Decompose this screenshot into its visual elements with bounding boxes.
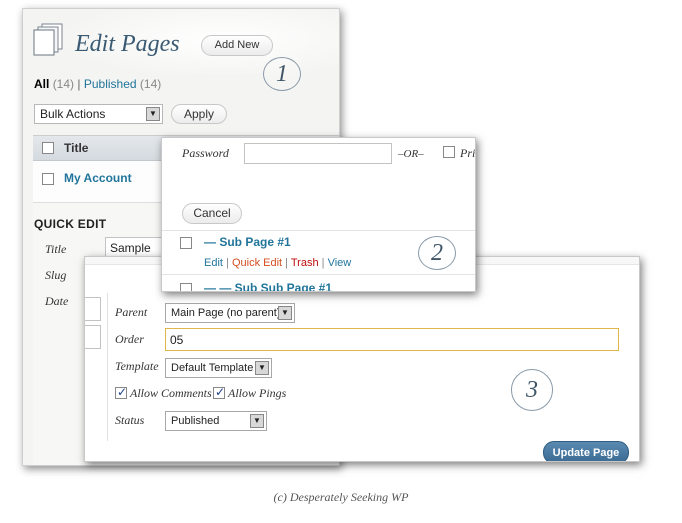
edit-link[interactable]: Edit — [204, 257, 223, 269]
parent-select-value: Main Page (no parent) — [171, 307, 281, 319]
row-checkbox[interactable] — [180, 283, 192, 291]
quick-edit-link[interactable]: Quick Edit — [232, 257, 282, 269]
template-select-value: Default Template — [171, 362, 254, 374]
filter-all[interactable]: All — [34, 77, 49, 91]
filter-separator: | — [77, 77, 81, 91]
row-divider — [162, 230, 475, 231]
status-select[interactable]: Published ▼ — [165, 411, 267, 431]
quick-edit-slug-label: Slug — [45, 268, 67, 282]
template-select[interactable]: Default Template ▼ — [165, 358, 272, 378]
quick-edit-date-label: Date — [45, 294, 69, 308]
template-label: Template — [115, 359, 159, 373]
quick-edit-title-label: Title — [45, 242, 67, 256]
partial-input-field[interactable] — [85, 325, 101, 349]
column-title[interactable]: Title — [64, 141, 88, 155]
password-input[interactable] — [244, 143, 392, 164]
annotation-number-3: 3 — [511, 369, 553, 411]
row-actions: Edit | Quick Edit | Trash | View — [204, 257, 351, 269]
allow-pings-checkbox[interactable] — [213, 385, 225, 399]
password-label: Password — [182, 146, 229, 160]
row-checkbox[interactable] — [180, 237, 192, 249]
filter-published[interactable]: Published — [84, 77, 137, 91]
chevron-down-icon: ▼ — [146, 107, 160, 121]
title-input-value: Sample — [110, 241, 151, 255]
status-select-value: Published — [171, 415, 220, 427]
annotation-number-1: 1 — [263, 57, 301, 91]
select-all-checkbox[interactable] — [42, 142, 54, 154]
quick-edit-heading: QUICK EDIT — [34, 217, 107, 231]
view-link[interactable]: View — [328, 257, 352, 269]
or-separator: –OR– — [398, 148, 424, 160]
status-label: Status — [115, 413, 145, 427]
trash-link[interactable]: Trash — [291, 257, 319, 269]
chevron-down-icon: ▼ — [255, 361, 269, 375]
allow-pings-label: Allow Pings — [228, 386, 287, 400]
chevron-down-icon: ▼ — [278, 306, 292, 320]
allow-comments-checkbox[interactable] — [115, 385, 127, 399]
update-page-button[interactable]: Update Page — [543, 441, 629, 461]
quick-edit-password-panel: Password –OR– Pri Cancel — Sub Page #1 E… — [161, 137, 476, 292]
private-label: Pri — [460, 146, 476, 160]
parent-select[interactable]: Main Page (no parent) ▼ — [165, 303, 295, 323]
partial-input-field[interactable] — [85, 297, 101, 321]
row-checkbox[interactable] — [42, 173, 54, 185]
page-status-filters: All (14) | Published (14) — [34, 77, 161, 91]
row-title-link[interactable]: My Account — [64, 171, 132, 185]
filter-all-count: (14) — [52, 77, 75, 91]
annotation-number-2: 2 — [418, 236, 456, 270]
column-divider — [107, 293, 108, 441]
allow-comments-label: Allow Comments — [130, 386, 212, 400]
bulk-actions-select[interactable]: Bulk Actions ▼ — [34, 104, 163, 124]
order-input[interactable]: 05 — [165, 328, 619, 351]
pages-icon — [33, 23, 63, 56]
apply-button[interactable]: Apply — [171, 104, 227, 124]
filter-published-count: (14) — [139, 77, 162, 91]
image-caption: (c) Desperately Seeking WP — [273, 490, 409, 504]
action-separator: | — [226, 257, 229, 269]
parent-label: Parent — [115, 305, 148, 319]
chevron-down-icon: ▼ — [250, 414, 264, 428]
row-title-link[interactable]: — Sub Page #1 — [204, 235, 291, 249]
action-separator: | — [285, 257, 289, 269]
row-title-link[interactable]: — — Sub Sub Page #1 — [204, 281, 332, 291]
row-divider — [162, 274, 475, 275]
page-title: Edit Pages — [75, 31, 180, 57]
order-input-value: 05 — [170, 333, 184, 347]
action-separator: | — [321, 257, 325, 269]
private-checkbox[interactable] — [443, 146, 455, 158]
order-label: Order — [115, 332, 144, 346]
add-new-button[interactable]: Add New — [201, 35, 273, 56]
bulk-actions-value: Bulk Actions — [40, 107, 106, 121]
cancel-button[interactable]: Cancel — [182, 203, 242, 224]
